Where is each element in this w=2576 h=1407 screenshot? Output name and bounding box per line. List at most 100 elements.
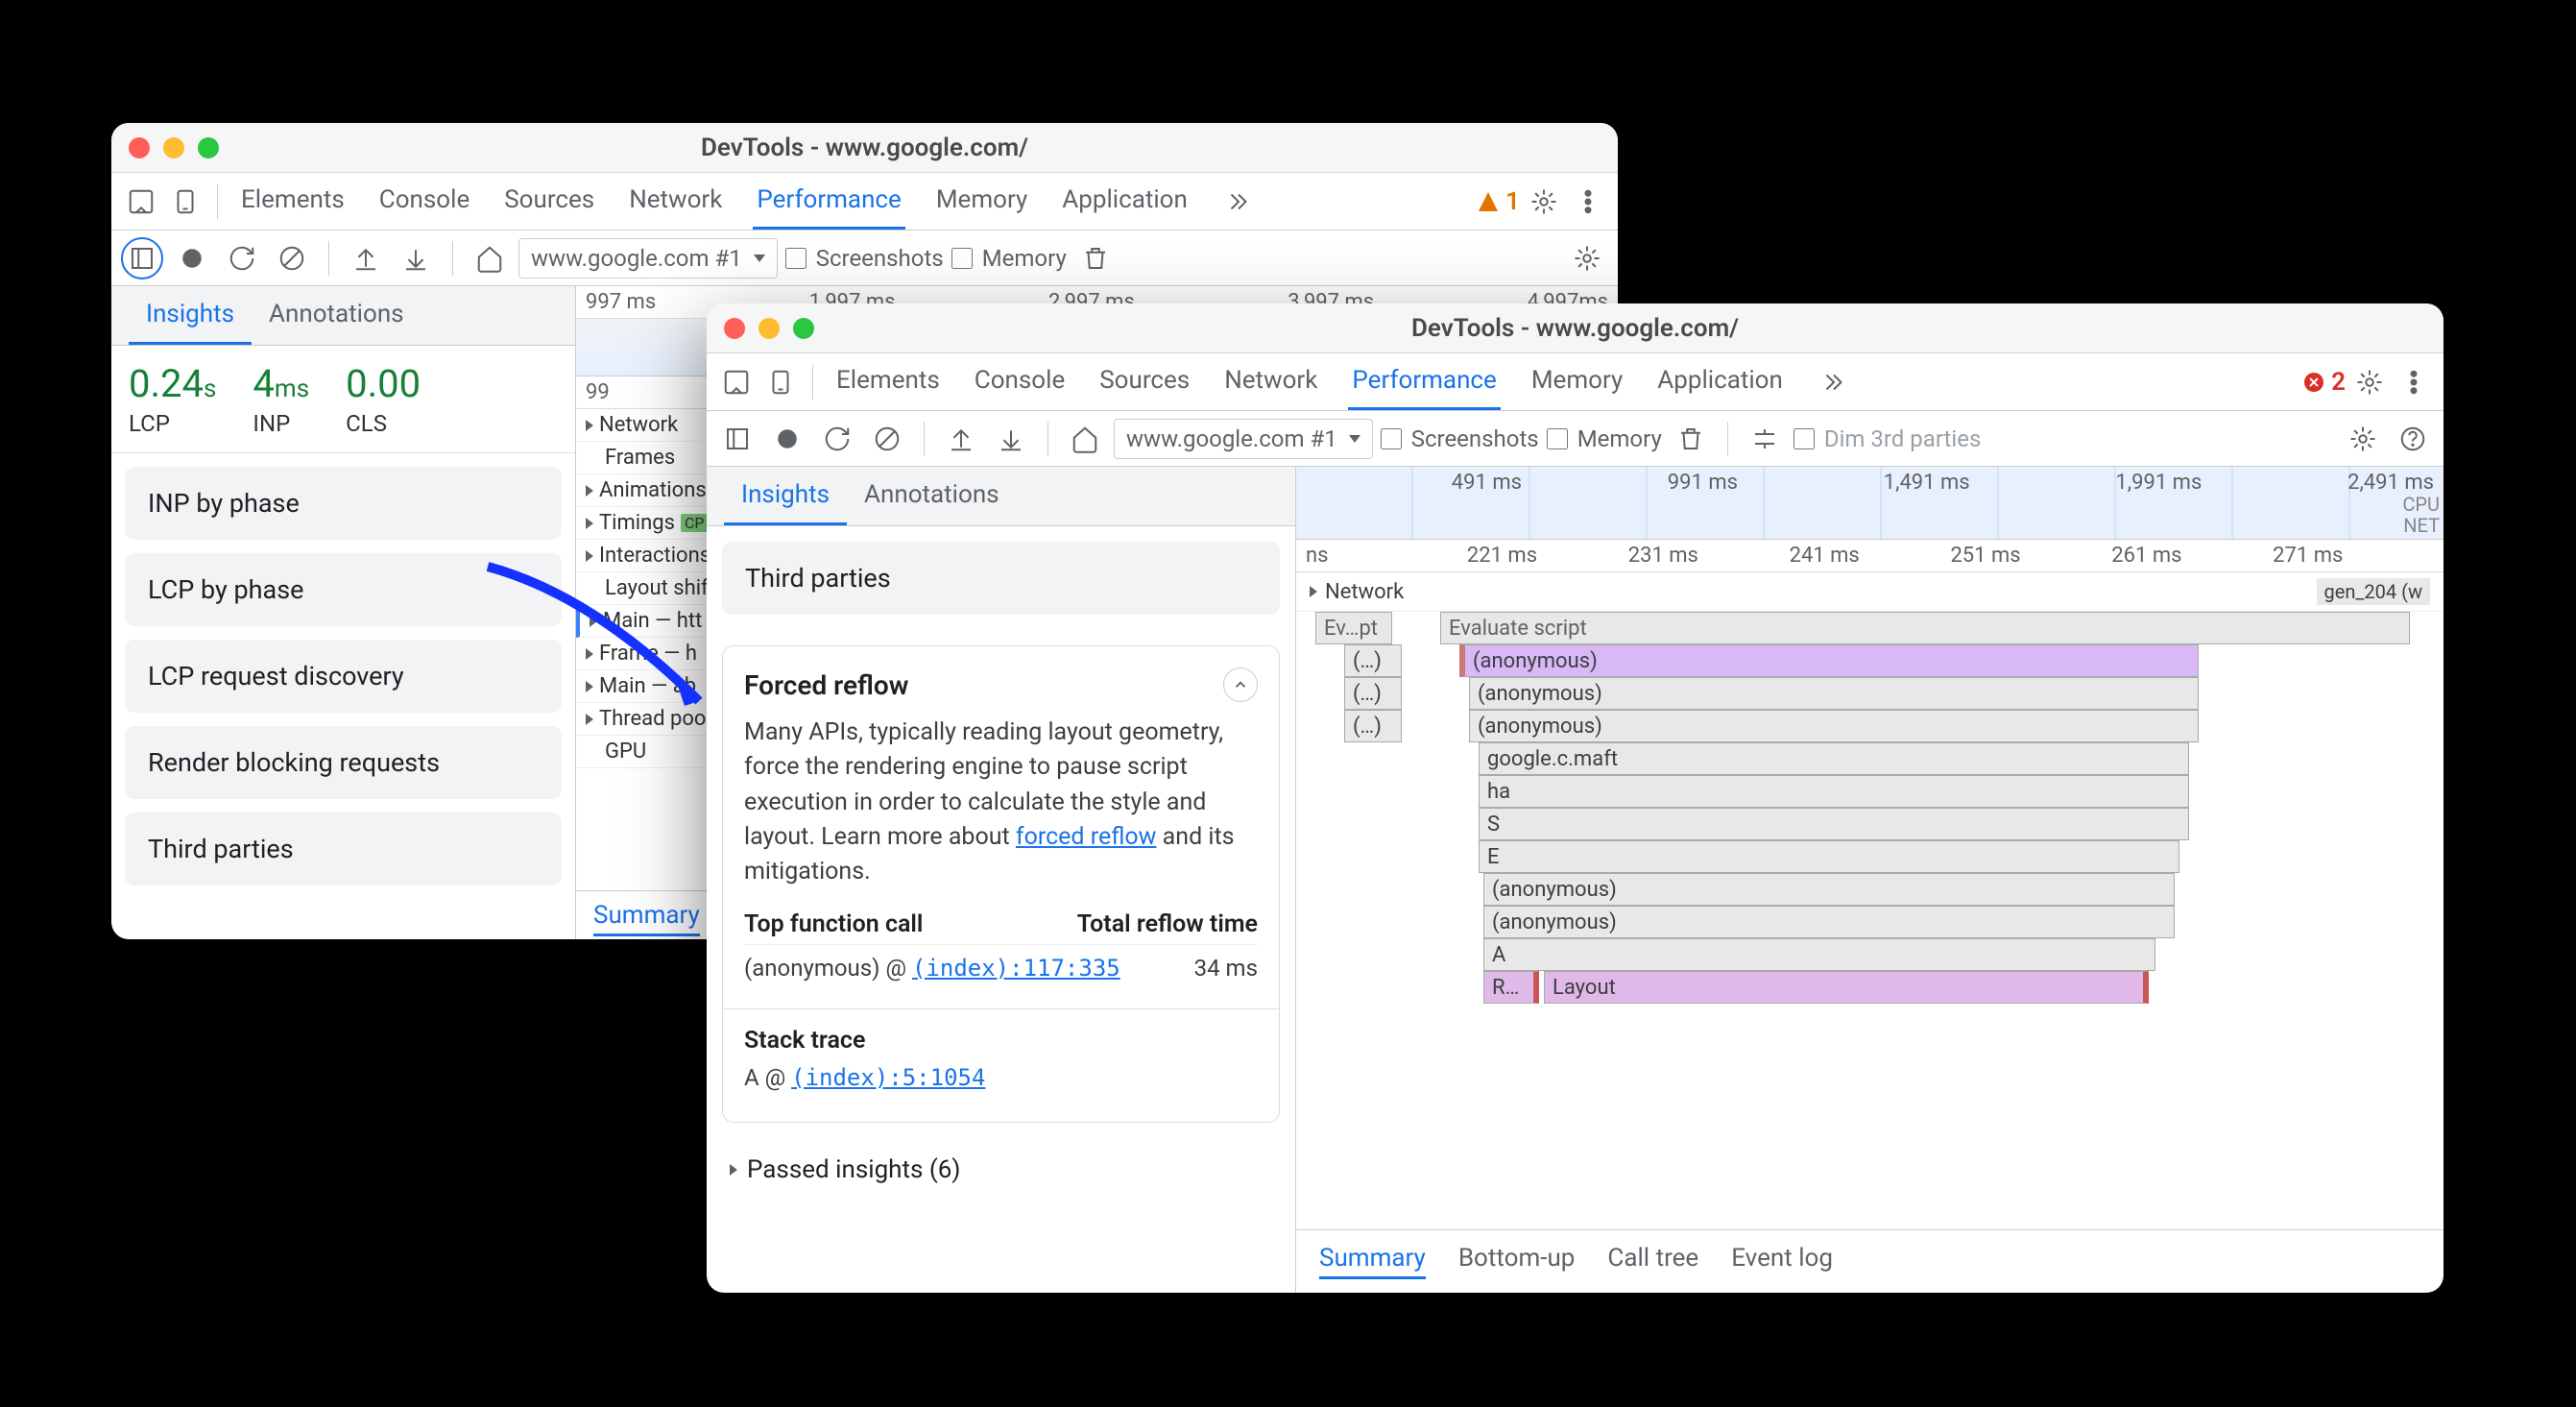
flame-bar[interactable]: ha: [1479, 775, 2189, 808]
collapse-insight-icon[interactable]: [1223, 667, 1258, 702]
device-icon[interactable]: [760, 362, 801, 402]
minimize-icon[interactable]: [163, 137, 184, 158]
titlebar[interactable]: DevTools - www.google.com/: [111, 123, 1618, 173]
home-icon[interactable]: [469, 237, 511, 279]
upload-icon[interactable]: [940, 418, 982, 460]
tab-elements[interactable]: Elements: [237, 173, 349, 230]
gear-icon[interactable]: [2349, 362, 2390, 402]
flame-bar[interactable]: Evaluate script: [1440, 612, 2410, 644]
network-item[interactable]: gen_204 (w: [2317, 578, 2430, 605]
tab-elements[interactable]: Elements: [832, 353, 944, 410]
flame-bar[interactable]: (…): [1344, 710, 1402, 742]
flame-chart[interactable]: 491 ms 991 ms 1,491 ms 1,991 ms 2,491 ms…: [1296, 467, 2444, 1293]
event-log-tab[interactable]: Event log: [1731, 1244, 1833, 1279]
toggle-sidebar-icon[interactable]: [121, 237, 163, 279]
reload-icon[interactable]: [221, 237, 263, 279]
flame-bar-anonymous[interactable]: (anonymous): [1459, 644, 2199, 677]
tab-performance[interactable]: Performance: [753, 173, 904, 230]
device-icon[interactable]: [165, 182, 205, 222]
flame-bar[interactable]: S: [1479, 808, 2189, 840]
flame-bar-anonymous[interactable]: (anonymous): [1483, 873, 2175, 906]
annotations-tab[interactable]: Annotations: [252, 286, 421, 345]
tab-application[interactable]: Application: [1058, 173, 1192, 230]
flame-bar-anonymous[interactable]: (anonymous): [1469, 677, 2199, 710]
inspect-icon[interactable]: [716, 362, 757, 402]
clear-icon[interactable]: [866, 418, 908, 460]
gear-icon[interactable]: [2342, 418, 2384, 460]
tab-performance[interactable]: Performance: [1348, 353, 1500, 410]
summary-tab[interactable]: Summary: [1319, 1244, 1426, 1279]
dim-3rd-parties-checkbox[interactable]: Dim 3rd parties: [1794, 425, 1982, 452]
call-tree-tab[interactable]: Call tree: [1607, 1244, 1698, 1279]
insight-card-lcp-by-phase[interactable]: LCP by phase: [125, 553, 562, 626]
trash-icon[interactable]: [1074, 237, 1117, 279]
summary-tab[interactable]: Summary: [593, 901, 700, 936]
close-icon[interactable]: [724, 318, 745, 339]
kebab-icon[interactable]: [2394, 362, 2434, 402]
memory-checkbox[interactable]: Memory: [951, 245, 1067, 272]
memory-checkbox[interactable]: Memory: [1547, 425, 1662, 452]
insight-card-inp-by-phase[interactable]: INP by phase: [125, 467, 562, 540]
inspect-icon[interactable]: [121, 182, 161, 222]
errors-badge[interactable]: 2: [2302, 368, 2346, 397]
maximize-icon[interactable]: [793, 318, 814, 339]
flame-bar[interactable]: google.c.maft: [1479, 742, 2189, 775]
flame-bar[interactable]: (…): [1344, 677, 1402, 710]
help-icon[interactable]: [2392, 418, 2434, 460]
more-tabs-icon[interactable]: [1814, 362, 1854, 402]
titlebar[interactable]: DevTools - www.google.com/: [707, 303, 2444, 353]
tab-network[interactable]: Network: [625, 173, 726, 230]
source-link[interactable]: (index):5:1054: [791, 1064, 985, 1091]
download-icon[interactable]: [990, 418, 1032, 460]
record-icon[interactable]: [766, 418, 808, 460]
forced-reflow-insight[interactable]: Forced reflow Many APIs, typically readi…: [722, 645, 1280, 1123]
download-icon[interactable]: [395, 237, 437, 279]
tab-console[interactable]: Console: [971, 353, 1069, 410]
home-icon[interactable]: [1064, 418, 1106, 460]
source-link[interactable]: (index):117:335: [912, 955, 1120, 982]
close-icon[interactable]: [129, 137, 150, 158]
kebab-icon[interactable]: [1568, 182, 1608, 222]
screenshots-checkbox[interactable]: Screenshots: [1381, 425, 1539, 452]
gear-icon[interactable]: [1524, 182, 1564, 222]
bottom-up-tab[interactable]: Bottom-up: [1458, 1244, 1576, 1279]
insights-tab[interactable]: Insights: [724, 467, 847, 525]
annotations-tab[interactable]: Annotations: [847, 467, 1017, 525]
reload-icon[interactable]: [816, 418, 858, 460]
network-row-label[interactable]: Network: [1325, 580, 1404, 604]
collapse-icon[interactable]: [1744, 418, 1786, 460]
forced-reflow-link[interactable]: forced reflow: [1016, 823, 1157, 851]
flame-bar[interactable]: Ev…pt: [1315, 612, 1392, 644]
upload-icon[interactable]: [345, 237, 387, 279]
tab-network[interactable]: Network: [1220, 353, 1321, 410]
insight-card-third-parties[interactable]: Third parties: [722, 542, 1280, 615]
screenshots-checkbox[interactable]: Screenshots: [785, 245, 944, 272]
flame-bar-anonymous[interactable]: (anonymous): [1483, 906, 2175, 938]
minimap[interactable]: 491 ms 991 ms 1,491 ms 1,991 ms 2,491 ms…: [1296, 467, 2444, 540]
tab-sources[interactable]: Sources: [1095, 353, 1193, 410]
tab-console[interactable]: Console: [375, 173, 473, 230]
warnings-badge[interactable]: 1: [1477, 187, 1520, 216]
clear-icon[interactable]: [271, 237, 313, 279]
record-icon[interactable]: [171, 237, 213, 279]
gear-icon[interactable]: [1566, 237, 1608, 279]
insight-card-render-blocking[interactable]: Render blocking requests: [125, 726, 562, 799]
flame-bar-recalc[interactable]: R…e: [1483, 971, 1539, 1004]
tab-sources[interactable]: Sources: [500, 173, 598, 230]
flame-bar[interactable]: (…): [1344, 644, 1402, 677]
page-selector[interactable]: www.google.com #1: [518, 238, 778, 279]
maximize-icon[interactable]: [198, 137, 219, 158]
passed-insights-toggle[interactable]: Passed insights (6): [707, 1138, 1295, 1201]
insight-card-third-parties[interactable]: Third parties: [125, 813, 562, 885]
trash-icon[interactable]: [1670, 418, 1712, 460]
minimize-icon[interactable]: [758, 318, 780, 339]
flame-bar-layout[interactable]: Layout: [1544, 971, 2149, 1004]
flame-bar[interactable]: A: [1483, 938, 2155, 971]
tab-memory[interactable]: Memory: [1528, 353, 1626, 410]
tab-memory[interactable]: Memory: [932, 173, 1031, 230]
flame-bar-anonymous[interactable]: (anonymous): [1469, 710, 2199, 742]
insight-card-lcp-request-discovery[interactable]: LCP request discovery: [125, 640, 562, 713]
flame-bar[interactable]: E: [1479, 840, 2179, 873]
toggle-sidebar-icon[interactable]: [716, 418, 758, 460]
page-selector[interactable]: www.google.com #1: [1114, 419, 1373, 459]
